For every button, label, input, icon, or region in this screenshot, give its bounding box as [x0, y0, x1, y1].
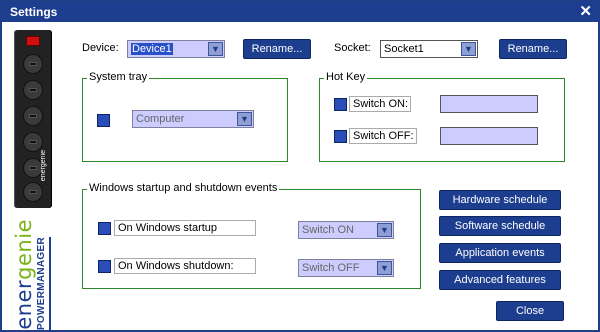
- brand-logo: energenie POWERMANAGER: [10, 219, 62, 330]
- switch-off-label: Switch OFF:: [349, 128, 417, 144]
- brand-subtitle: POWERMANAGER: [36, 236, 51, 330]
- strip-brand-text: energenie: [40, 150, 47, 182]
- system-tray-select[interactable]: Computer ▼: [132, 110, 254, 128]
- window-title: Settings: [10, 5, 58, 19]
- socket-image: [23, 106, 43, 126]
- socket-select[interactable]: Socket1 ▼: [380, 40, 478, 58]
- system-tray-select-value: Computer: [136, 113, 185, 125]
- switch-on-checkbox[interactable]: [334, 98, 347, 111]
- socket-image: [23, 54, 43, 74]
- socket-label: Socket:: [334, 42, 371, 54]
- device-image: energenie energenie POWERMANAGER: [10, 30, 66, 330]
- socket-image: [23, 132, 43, 152]
- windows-startup-select-value: Switch ON: [302, 224, 354, 236]
- close-icon[interactable]: ✕: [579, 3, 592, 20]
- brand-name: energenie: [12, 219, 36, 330]
- chevron-down-icon[interactable]: ▼: [377, 261, 392, 275]
- socket-select-value: Socket1: [384, 43, 424, 55]
- socket-image: [23, 80, 43, 100]
- windows-startup-checkbox[interactable]: [98, 222, 111, 235]
- system-tray-checkbox[interactable]: [97, 114, 110, 127]
- windows-startup-select[interactable]: Switch ON ▼: [298, 221, 394, 239]
- windows-shutdown-select-value: Switch OFF: [302, 262, 360, 274]
- hot-key-group: Hot Key: [319, 71, 565, 162]
- switch-off-checkbox[interactable]: [334, 130, 347, 143]
- windows-shutdown-checkbox[interactable]: [98, 260, 111, 273]
- switch-off-hotkey-field[interactable]: [440, 127, 538, 145]
- power-strip-image: energenie: [14, 30, 52, 208]
- windows-startup-label: On Windows startup: [114, 220, 256, 236]
- rename-socket-button[interactable]: Rename...: [499, 39, 567, 59]
- device-select-value: Device1: [131, 43, 173, 55]
- windows-shutdown-label: On Windows shutdown:: [114, 258, 256, 274]
- chevron-down-icon[interactable]: ▼: [237, 112, 252, 126]
- switch-on-label: Switch ON:: [349, 96, 412, 112]
- title-bar: Settings ✕: [2, 2, 598, 22]
- chevron-down-icon[interactable]: ▼: [461, 42, 476, 56]
- rename-device-button[interactable]: Rename...: [243, 39, 311, 59]
- close-button[interactable]: Close: [496, 301, 564, 321]
- hot-key-title: Hot Key: [324, 71, 368, 83]
- advanced-features-button[interactable]: Advanced features: [439, 270, 561, 290]
- settings-window: Settings ✕ energenie energenie POWERMANA…: [0, 0, 600, 332]
- software-schedule-button[interactable]: Software schedule: [439, 216, 561, 236]
- device-select[interactable]: Device1 ▼: [127, 40, 225, 58]
- windows-shutdown-select[interactable]: Switch OFF ▼: [298, 259, 394, 277]
- device-label: Device:: [82, 42, 119, 54]
- chevron-down-icon[interactable]: ▼: [208, 42, 223, 56]
- application-events-button[interactable]: Application events: [439, 243, 561, 263]
- chevron-down-icon[interactable]: ▼: [377, 223, 392, 237]
- power-switch-image: [26, 36, 40, 46]
- hardware-schedule-button[interactable]: Hardware schedule: [439, 190, 561, 210]
- windows-events-title: Windows startup and shutdown events: [87, 182, 280, 194]
- system-tray-title: System tray: [87, 71, 150, 83]
- socket-image: [23, 182, 43, 202]
- switch-on-hotkey-field[interactable]: [440, 95, 538, 113]
